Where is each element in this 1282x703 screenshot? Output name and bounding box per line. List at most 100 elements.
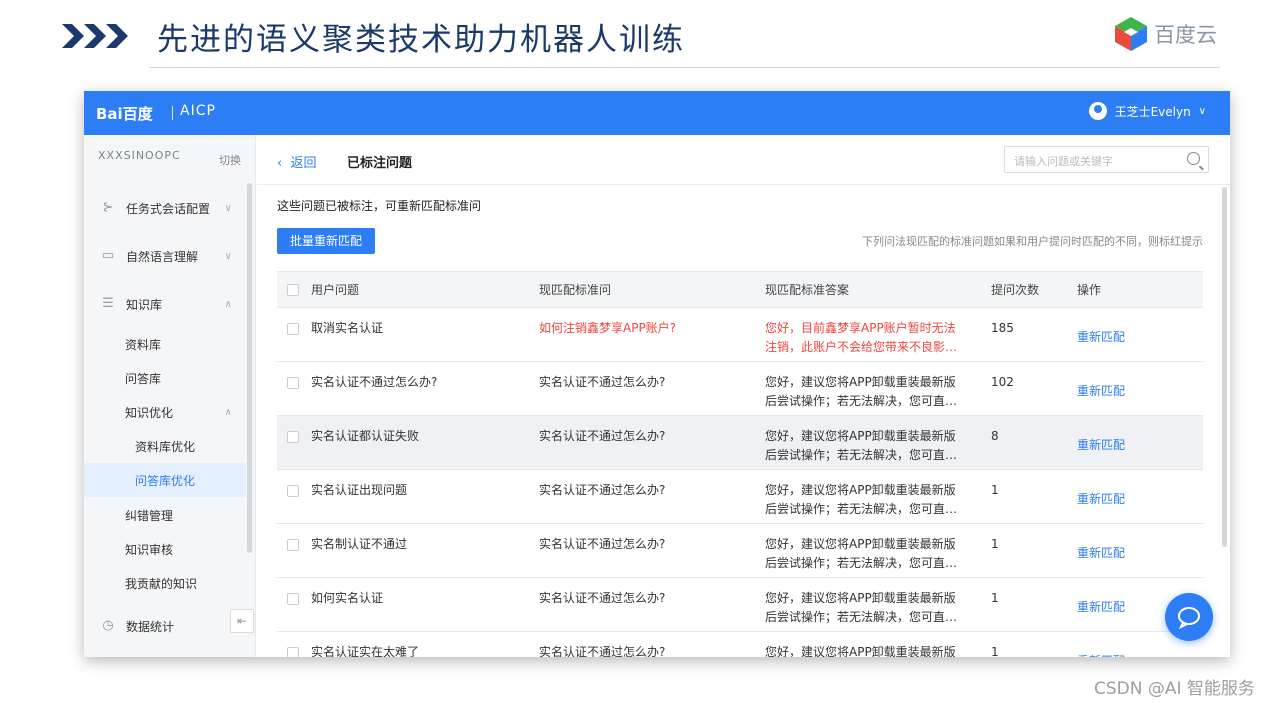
matched-answer-cell: 您好，建议您将APP卸载重装最新版后尝试操作；若无法解决，您可直… — [765, 361, 991, 416]
rematch-link[interactable]: 重新匹配 — [1077, 535, 1125, 563]
action-cell: 重新匹配 — [1077, 523, 1203, 578]
sidebar-item-review[interactable]: 知识审核 — [84, 532, 246, 566]
answer-line-2: 后尝试操作；若无法解决，您可直… — [765, 556, 958, 570]
cube-logo-icon — [1115, 17, 1147, 51]
app-window: Bai百度 AICP 王芝士Evelyn ∨ XXXSINOOPC 切换 ⊱ 任… — [84, 91, 1230, 657]
tree-icon: ⊱ — [102, 200, 114, 215]
rematch-link[interactable]: 重新匹配 — [1077, 427, 1125, 455]
sidebar-item-qa-library[interactable]: 问答库 — [84, 361, 246, 395]
ask-count-cell: 1 — [991, 469, 1077, 524]
answer-line-2: 后尝试操作；若无法解决，您可直… — [765, 502, 958, 516]
col-header-answer[interactable]: 现匹配标准答案 — [765, 271, 991, 308]
user-question-cell: 实名认证实在太难了 — [311, 631, 539, 657]
row-select-cell — [277, 577, 311, 632]
row-checkbox[interactable] — [287, 376, 299, 389]
sidebar-item-qa-optimize[interactable]: 问答库优化 — [84, 463, 246, 497]
sidebar-item-contributed[interactable]: 我贡献的知识 — [84, 566, 246, 600]
sidebar-item-correction[interactable]: 纠错管理 — [84, 498, 246, 532]
logo-text: Bai百度 — [96, 105, 153, 123]
table-row[interactable]: 实名认证实在太难了实名认证不通过怎么办? 您好，建议您将APP卸载重装最新版后尝试… — [277, 631, 1203, 657]
rematch-link[interactable]: 重新匹配 — [1077, 319, 1125, 347]
row-select-cell — [277, 469, 311, 524]
product-name: AICP — [180, 103, 216, 119]
slide-title: 先进的语义聚类技术助力机器人训练 — [157, 22, 685, 58]
watermark: CSDN @AI 智能服务 — [1094, 679, 1255, 699]
action-cell: 重新匹配 — [1077, 469, 1203, 524]
chevron-down-icon: ∨ — [224, 250, 232, 262]
main-scrollbar[interactable] — [1222, 187, 1227, 547]
sidebar-item-label: 知识库 — [126, 297, 163, 312]
rematch-link[interactable]: 重新匹配 — [1077, 643, 1125, 657]
sidebar-item-stats[interactable]: ◷ 数据统计 — [84, 609, 230, 643]
sidebar-item-label: 数据统计 — [126, 619, 175, 634]
header-divider — [150, 67, 1220, 68]
answer-line-2: 注销，此账户不会给您带来不良影… — [765, 340, 958, 354]
sidebar-item-doc-optimize[interactable]: 资料库优化 — [84, 429, 246, 463]
chat-bubble-icon — [1178, 607, 1200, 630]
matched-answer-cell: 您好，目前鑫梦享APP账户暂时无法 注销，此账户不会给您带来不良影… — [765, 307, 991, 362]
col-header-count[interactable]: 提问次数 — [991, 271, 1077, 308]
ask-count-cell: 1 — [991, 523, 1077, 578]
top-bar: Bai百度 AICP 王芝士Evelyn ∨ — [84, 91, 1230, 135]
user-question-cell: 实名制认证不通过 — [311, 523, 539, 578]
brand-text: 百度云 — [1154, 23, 1217, 47]
row-select-cell — [277, 361, 311, 416]
switch-project-link[interactable]: 切换 — [219, 152, 241, 168]
sidebar-item-optimize[interactable]: 知识优化 ∧ — [84, 395, 246, 429]
row-checkbox[interactable] — [287, 592, 299, 605]
row-checkbox[interactable] — [287, 538, 299, 551]
select-all-checkbox[interactable] — [287, 284, 299, 296]
matched-question-cell: 实名认证不通过怎么办? — [539, 577, 765, 632]
user-question-cell: 实名认证都认证失败 — [311, 415, 539, 470]
table-row[interactable]: 如何实名认证 实名认证不通过怎么办? 您好，建议您将APP卸载重装最新版 后尝试操作；… — [277, 577, 1203, 632]
baidu-logo[interactable]: Bai百度 — [96, 103, 153, 124]
sidebar-item-label: 任务式会话配置 — [126, 201, 211, 216]
row-checkbox[interactable] — [287, 484, 299, 497]
matched-question-cell: 实名认证不通过怎么办? — [539, 523, 765, 578]
notice-text: 这些问题已被标注，可重新匹配标准问 — [277, 199, 482, 213]
rematch-link[interactable]: 重新匹配 — [1077, 373, 1125, 401]
user-menu[interactable]: 王芝士Evelyn ∨ — [1088, 102, 1206, 120]
search-icon[interactable] — [1187, 152, 1200, 165]
rematch-link[interactable]: 重新匹配 — [1077, 589, 1125, 617]
sidebar-item-knowledge[interactable]: ☰ 知识库 ∧ — [84, 287, 255, 321]
questions-table: 用户问题 现匹配标准问 现匹配标准答案 提问次数 操作 取消实名认证 如何注销鑫梦… — [277, 271, 1203, 657]
col-header-question[interactable]: 用户问题 — [311, 271, 539, 308]
sidebar-scrollbar[interactable] — [247, 183, 252, 553]
table-row[interactable]: 实名制认证不通过 实名认证不通过怎么办? 您好，建议您将APP卸载重装最新版 后尝试操… — [277, 523, 1203, 578]
table-row[interactable]: 取消实名认证 如何注销鑫梦享APP账户? 您好，目前鑫梦享APP账户暂时无法 注销，此… — [277, 307, 1203, 362]
brand-logo: 百度云 — [1114, 16, 1217, 52]
page-title: 已标注问题 — [347, 156, 413, 171]
matched-question-text: 实名认证不通过怎么办? — [539, 537, 666, 551]
row-checkbox[interactable] — [287, 646, 299, 657]
row-checkbox[interactable] — [287, 430, 299, 443]
answer-line-1: 您好，建议您将APP卸载重装最新版 — [765, 537, 956, 551]
table-row[interactable]: 实名认证出现问题 实名认证不通过怎么办? 您好，建议您将APP卸载重装最新版 后尝试操… — [277, 469, 1203, 524]
hint-text: 下列问法现匹配的标准问题如果和用户提问时匹配的不同，则标红提示 — [862, 235, 1203, 248]
back-label: 返回 — [290, 156, 317, 171]
action-cell: 重新匹配 — [1077, 361, 1203, 416]
user-question-cell: 实名认证不通过怎么办? — [311, 361, 539, 416]
row-select-cell — [277, 631, 311, 657]
search-input[interactable]: 请输入问题或关键字 — [1004, 146, 1209, 173]
col-header-matched[interactable]: 现匹配标准问 — [539, 271, 765, 308]
matched-question-cell: 实名认证不通过怎么办? — [539, 469, 765, 524]
chat-support-button[interactable] — [1165, 593, 1213, 641]
table-header-row: 用户问题 现匹配标准问 现匹配标准答案 提问次数 操作 — [277, 271, 1203, 308]
project-name: XXXSINOOPC — [98, 149, 181, 162]
sidebar-item-doc-library[interactable]: 资料库 — [84, 327, 246, 361]
row-checkbox[interactable] — [287, 322, 299, 335]
slide-header: 先进的语义聚类技术助力机器人训练 百度云 — [0, 0, 1282, 80]
table-row[interactable]: 实名认证不通过怎么办? 实名认证不通过怎么办? 您好，建议您将APP卸载重装最新版后… — [277, 361, 1203, 416]
ask-count-cell: 8 — [991, 415, 1077, 470]
collapse-sidebar-icon[interactable]: ⇤ — [230, 609, 254, 633]
matched-question-text: 实名认证不通过怎么办? — [539, 645, 666, 657]
sidebar-item-task-dialog[interactable]: ⊱ 任务式会话配置 ∨ — [84, 191, 255, 225]
table-row[interactable]: 实名认证都认证失败 实名认证不通过怎么办? 您好，建议您将APP卸载重装最新版 后尝试… — [277, 415, 1203, 470]
rematch-link[interactable]: 重新匹配 — [1077, 481, 1125, 509]
back-link[interactable]: ‹ 返回 — [277, 152, 316, 171]
row-select-cell — [277, 307, 311, 362]
matched-question-cell: 实名认证不通过怎么办? — [539, 631, 765, 657]
batch-rematch-button[interactable]: 批量重新匹配 — [277, 228, 375, 254]
sidebar-item-nlu[interactable]: ▭ 自然语言理解 ∨ — [84, 239, 255, 273]
